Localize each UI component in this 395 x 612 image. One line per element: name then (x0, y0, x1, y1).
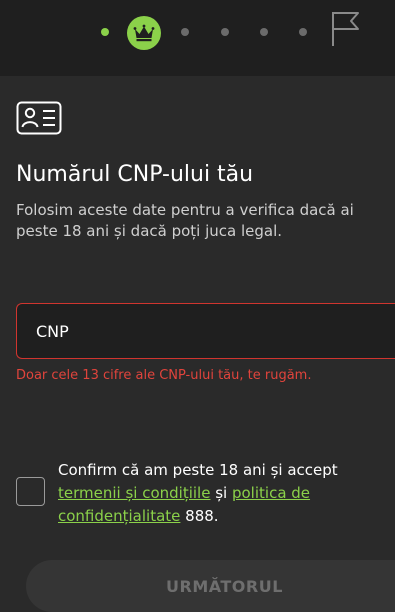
flag-icon (332, 12, 359, 46)
step-dot-completed (101, 28, 109, 36)
step-current-badge (127, 16, 161, 50)
cnp-input[interactable] (17, 304, 395, 358)
id-card-icon (16, 101, 62, 135)
step-dot-pending (299, 28, 307, 36)
cnp-field (16, 303, 395, 359)
page-subtitle: Folosim aceste date pentru a verifica da… (16, 201, 354, 240)
next-button[interactable]: URMĂTORUL (26, 560, 395, 612)
consent-text-middle: și (210, 484, 232, 502)
age-consent-text: Confirm că am peste 18 ani și accept ter… (58, 459, 393, 528)
progress-header (0, 0, 395, 76)
step-dot-pending (221, 28, 229, 36)
age-consent-checkbox[interactable] (16, 477, 45, 506)
page-title: Numărul CNP-ului tău (16, 162, 254, 187)
terms-link[interactable]: termenii și condițiile (58, 484, 210, 502)
step-dot-pending (181, 28, 189, 36)
crown-icon (133, 24, 155, 42)
consent-text-before: Confirm că am peste 18 ani și accept (58, 461, 338, 479)
cnp-form: Numărul CNP-ului tău Folosim aceste date… (0, 76, 395, 612)
consent-text-after: 888. (180, 507, 219, 525)
step-dot-pending (260, 28, 268, 36)
cnp-error-message: Doar cele 13 cifre ale CNP-ului tău, te … (16, 368, 312, 383)
